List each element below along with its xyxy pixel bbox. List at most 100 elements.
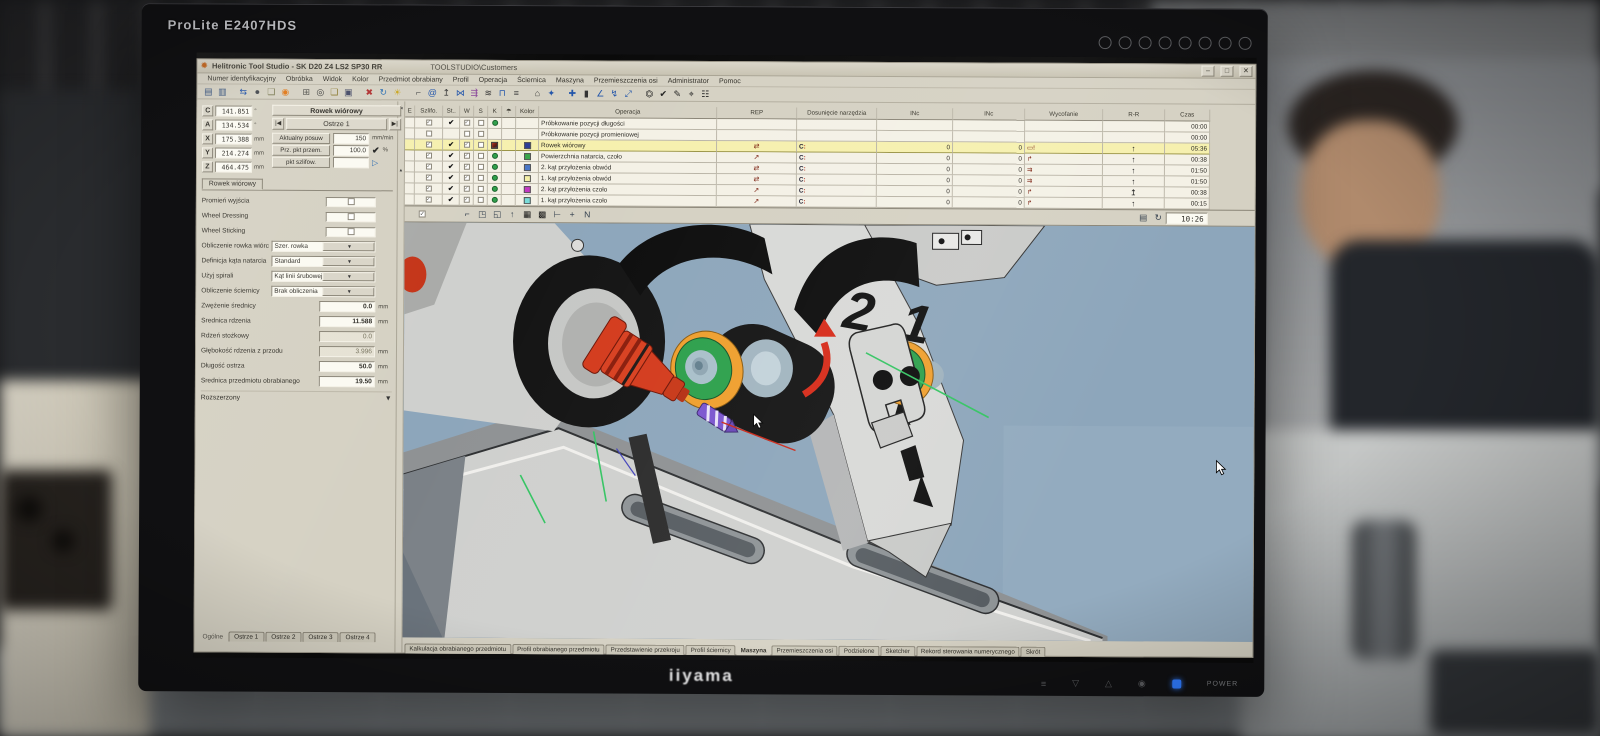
menu-item-operacja[interactable]: Operacja xyxy=(475,76,511,83)
checkbox-icon[interactable] xyxy=(347,228,354,235)
machine-3d-viewport[interactable]: 2 1 xyxy=(402,222,1254,641)
bottom-tab-profil-obrabianego-przedmiotu[interactable]: Profil obrabianego przedmiotu xyxy=(512,644,605,654)
checkbox-icon[interactable]: ✓ xyxy=(425,186,431,192)
checkbox-icon[interactable]: ✓ xyxy=(464,142,470,148)
widget-button-0[interactable]: Aktualny posuw xyxy=(272,132,330,143)
measure-icon[interactable]: ⌐ xyxy=(412,86,425,99)
minimize-button[interactable]: – xyxy=(1201,66,1214,77)
checkbox-icon[interactable] xyxy=(464,131,470,137)
checkbox-icon[interactable] xyxy=(477,175,483,181)
parameter-input[interactable]: 50.0 xyxy=(319,361,375,372)
checkbox-icon[interactable]: ✓ xyxy=(426,142,432,148)
tab-rowek-wiorowy[interactable]: Rowek wiórowy xyxy=(202,178,263,189)
link-icon[interactable]: ⋈ xyxy=(454,86,467,99)
panel-right-icon[interactable]: ▥ xyxy=(216,85,229,98)
bottom-tab-przedstawienie-przekroju[interactable]: Przedstawienie przekroju xyxy=(606,644,685,654)
open-folder-icon[interactable]: ❏ xyxy=(328,86,341,99)
copy-icon[interactable]: ❏ xyxy=(265,85,278,98)
tilt-icon[interactable]: ⤢ xyxy=(622,87,635,100)
panel-left-icon[interactable]: ▤ xyxy=(202,85,215,98)
parameter-select[interactable]: Szer. rowka▼ xyxy=(272,241,376,253)
checkbox-icon[interactable]: ✓ xyxy=(425,175,431,181)
parameter-select[interactable]: Brak obliczenia▼ xyxy=(271,286,375,298)
menu-item-pomoc[interactable]: Pomoc xyxy=(715,78,745,85)
menu-item-widok[interactable]: Widok xyxy=(319,75,346,82)
widget-value-0[interactable]: 150 xyxy=(333,133,369,144)
angle-icon[interactable]: ∠ xyxy=(594,87,607,100)
checkbox-icon[interactable] xyxy=(426,131,432,137)
render-mode-icon[interactable]: ▤ xyxy=(1137,211,1150,224)
chevron-down-icon[interactable]: ▼ xyxy=(322,257,374,266)
shade-dark-icon[interactable]: ▦ xyxy=(521,208,534,221)
bottom-tab-kalkulacja-obrabianego-przedmiotu[interactable]: Kalkulacja obrabianego przedmiotu xyxy=(404,643,511,654)
chevron-down-icon[interactable]: ▼ xyxy=(322,272,374,281)
chevron-down-icon[interactable]: ▼ xyxy=(323,242,375,251)
checkbox-icon[interactable]: ✓ xyxy=(464,120,470,126)
camera-icon[interactable]: ⏣ xyxy=(643,87,656,100)
checkbox-icon[interactable]: ✓ xyxy=(463,186,469,192)
probe-icon[interactable]: ↥ xyxy=(440,86,453,99)
widget-value-2[interactable] xyxy=(333,157,369,168)
north-view-icon[interactable]: N xyxy=(581,208,594,221)
edge-next-button[interactable]: ▶| xyxy=(389,118,401,130)
checkbox-icon[interactable]: ✓ xyxy=(463,164,469,170)
select-corner-icon[interactable]: ⌐ xyxy=(461,208,474,221)
checkbox-icon[interactable] xyxy=(477,197,483,203)
close-button[interactable]: ✕ xyxy=(1239,66,1252,77)
left-tab-ostrze-4[interactable]: Ostrze 4 xyxy=(340,632,376,642)
menu-item-profil[interactable]: Profil xyxy=(449,76,473,83)
widget-value-1[interactable]: 100.0 xyxy=(333,145,369,156)
bottom-tab-przemieszczenia-osi[interactable]: Przemieszczenia osi xyxy=(771,645,837,655)
menu-item-przemieszczenia-osi[interactable]: Przemieszczenia osi xyxy=(590,77,662,84)
axis-button-x[interactable]: X xyxy=(202,133,213,144)
edge-selector[interactable]: Ostrze 1 xyxy=(286,118,387,131)
sphere-icon[interactable]: ● xyxy=(251,85,264,98)
bottom-tab-sketcher[interactable]: Sketcher xyxy=(880,646,914,656)
menu-item-przedmiot-obrabiany[interactable]: Przedmiot obrabiany xyxy=(375,76,447,83)
spiral-icon[interactable]: ↯ xyxy=(608,87,621,100)
checkbox-icon[interactable] xyxy=(478,120,484,126)
shade-light-icon[interactable]: ▩ xyxy=(536,208,549,221)
bottom-tab-profil-ciernicy[interactable]: Profil ściernicy xyxy=(686,645,736,655)
ruler-icon[interactable]: ▮ xyxy=(580,87,593,100)
flow-icon[interactable]: ⇶ xyxy=(468,86,481,99)
parameter-select[interactable]: Kąt linii śrubowej▼ xyxy=(271,271,375,283)
menu-item-numer-identyfikacyjny[interactable]: Numer identyfikacyjny xyxy=(203,75,280,82)
axis-button-z[interactable]: Z xyxy=(202,161,213,172)
checkbox-icon[interactable] xyxy=(477,164,483,170)
bottom-tab-maszyna[interactable]: Maszyna xyxy=(737,645,771,655)
sketch-icon[interactable]: ✎ xyxy=(671,87,684,100)
left-tab-og-lne[interactable]: Ogólne xyxy=(198,632,227,641)
menu-item-maszyna[interactable]: Maszyna xyxy=(552,77,588,84)
clamp-icon[interactable]: ⊓ xyxy=(496,86,509,99)
zoom-fit-icon[interactable]: ◱ xyxy=(491,208,504,221)
checkbox-icon[interactable]: ✓ xyxy=(463,175,469,181)
checkbox-icon[interactable] xyxy=(478,131,484,137)
viewport-checkbox[interactable]: ✓ xyxy=(419,211,426,218)
widget-button-1[interactable]: Prz. pkt przem. xyxy=(272,144,330,155)
checkbox-icon[interactable] xyxy=(347,198,354,205)
zoom-window-icon[interactable]: ◳ xyxy=(476,208,489,221)
bottom-tab-rekord-sterowania-numerycznego[interactable]: Rekord sterowania numerycznego xyxy=(916,646,1020,657)
binoculars-icon[interactable]: ◎ xyxy=(314,85,327,98)
axes-star-icon[interactable]: ✦ xyxy=(545,87,558,100)
checkbox-icon[interactable] xyxy=(478,142,484,148)
play-icon[interactable]: ▷ xyxy=(372,158,378,167)
check-circle-icon[interactable]: ✔ xyxy=(657,87,670,100)
axis-button-y[interactable]: Y xyxy=(202,147,213,158)
crane-icon[interactable]: ⌖ xyxy=(685,87,698,100)
rotate-view-icon[interactable]: ↻ xyxy=(1152,211,1165,224)
menu-item--ciernica[interactable]: Ściernica xyxy=(513,77,550,84)
tools-icon[interactable]: ✖ xyxy=(363,86,376,99)
measure-h-icon[interactable]: ⊢ xyxy=(551,208,564,221)
add-icon[interactable]: ✚ xyxy=(566,87,579,100)
axis-button-c[interactable]: C xyxy=(202,105,213,116)
left-tab-ostrze-1[interactable]: Ostrze 1 xyxy=(228,632,264,642)
menu-item-administrator[interactable]: Administrator xyxy=(664,77,713,84)
transfer-icon[interactable]: ⇆ xyxy=(237,85,250,98)
refresh-icon[interactable]: ↻ xyxy=(377,86,390,99)
checkbox-icon[interactable] xyxy=(347,213,354,220)
parameter-input[interactable]: 11.588 xyxy=(319,316,375,327)
parameter-select[interactable]: Standard▼ xyxy=(271,256,375,268)
checkbox-icon[interactable] xyxy=(477,186,483,192)
